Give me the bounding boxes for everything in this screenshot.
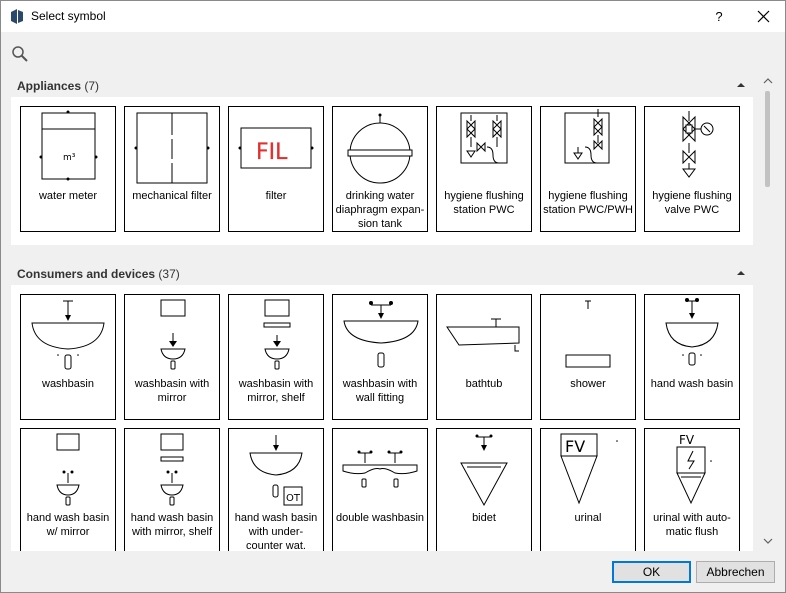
app-logo-icon <box>11 9 23 24</box>
tile-label: double washbasin <box>335 512 425 524</box>
tile-label: filter <box>265 190 287 202</box>
mechanical-filter-icon <box>134 112 210 184</box>
tile-label: hand wash basin <box>650 378 734 390</box>
fv-mark: FV <box>565 437 585 456</box>
close-icon[interactable] <box>749 1 779 32</box>
symbol-list[interactable]: Appliances (7) m³ water meter mechanical… <box>11 73 753 551</box>
tile-label: hygiene flushing station PWC/PWH <box>543 190 633 216</box>
symbol-tile-flushing-station-pwc-pwh[interactable]: hygiene flushing station PWC/PWH <box>540 106 636 232</box>
search-icon <box>12 46 28 62</box>
symbol-tile-washbasin-wall-fitting[interactable]: washbasin with wall fitting <box>332 294 428 420</box>
m3-mark: m³ <box>63 153 76 163</box>
symbol-tile-water-meter[interactable]: m³ water meter <box>20 106 116 232</box>
ot-mark: OT <box>286 493 301 504</box>
title-bar: Select symbol ? <box>1 1 785 32</box>
section-header-appliances[interactable]: Appliances (7) <box>11 73 753 97</box>
ok-button[interactable]: OK <box>612 561 691 583</box>
urinal-icon: FV <box>560 433 618 505</box>
tile-label: washbasin with mirror <box>134 378 210 404</box>
tile-label: mechanical filter <box>132 190 212 202</box>
window-title: Select symbol <box>31 9 106 23</box>
tile-label: hand wash basin with mirror, shelf <box>130 512 214 538</box>
help-button[interactable]: ? <box>707 1 731 32</box>
section-header-consumers-devices[interactable]: Consumers and devices (37) <box>11 261 753 285</box>
section-count: (37) <box>158 267 180 281</box>
collapse-chevron-icon[interactable] <box>736 81 746 89</box>
symbol-tile-washbasin-mirror-shelf[interactable]: washbasin with mirror, shelf <box>228 294 324 420</box>
symbol-tile-urinal[interactable]: FV urinal <box>540 428 636 551</box>
symbol-tile-expansion-tank[interactable]: drinking water diaphragm expan-sion tank <box>332 106 428 232</box>
section-count: (7) <box>84 79 100 93</box>
search-input[interactable] <box>38 43 338 63</box>
vertical-scrollbar[interactable] <box>759 73 777 551</box>
tile-label: bidet <box>472 512 496 524</box>
symbol-tile-washbasin[interactable]: washbasin <box>20 294 116 420</box>
water-meter-icon: m³ <box>39 110 98 181</box>
tile-label: hygiene flushing station PWC <box>444 190 524 216</box>
symbol-tile-mechanical-filter[interactable]: mechanical filter <box>124 106 220 232</box>
washbasin-icon <box>31 300 105 370</box>
fil-mark: FIL <box>256 140 288 165</box>
section-title: Appliances (7) <box>17 79 99 93</box>
tile-label: shower <box>570 378 606 390</box>
shower-icon <box>565 300 611 368</box>
symbol-tile-urinal-auto-flush[interactable]: FV urinal with auto-matic flush <box>644 428 740 551</box>
cancel-button[interactable]: Abbrechen <box>696 561 775 583</box>
symbol-tile-bathtub[interactable]: bathtub <box>436 294 532 420</box>
symbol-tile-flushing-valve-pwc[interactable]: hygiene flushing valve PWC <box>644 106 740 232</box>
symbol-tile-hand-wash-basin-undercounter[interactable]: OT hand wash basin with under-counter wa… <box>228 428 324 551</box>
symbol-tile-hand-wash-basin-mirror[interactable]: hand wash basin w/ mirror <box>20 428 116 551</box>
tile-label: hand wash basin w/ mirror <box>26 512 110 538</box>
tile-label: urinal <box>574 512 602 524</box>
symbol-tile-filter[interactable]: FIL filter <box>228 106 324 232</box>
tile-label: hand wash basin with under-counter wat. <box>234 512 318 551</box>
tile-label: washbasin with mirror, shelf <box>238 378 314 404</box>
symbol-tile-washbasin-mirror[interactable]: washbasin with mirror <box>124 294 220 420</box>
filter-icon: FIL <box>238 127 314 169</box>
symbol-tile-bidet[interactable]: bidet <box>436 428 532 551</box>
section-body-consumers-devices: washbasin washbasin with mirror washbasi… <box>11 285 753 551</box>
section-title: Consumers and devices (37) <box>17 267 180 281</box>
scroll-up-icon[interactable] <box>763 77 773 85</box>
section-body-appliances: m³ water meter mechanical filter FIL fil… <box>11 97 753 245</box>
symbol-tile-double-washbasin[interactable]: double washbasin <box>332 428 428 551</box>
select-symbol-dialog: Select symbol ? Appliances (7) m³ water … <box>0 0 786 593</box>
tile-label: washbasin <box>42 378 94 390</box>
symbol-tile-shower[interactable]: shower <box>540 294 636 420</box>
collapse-chevron-icon[interactable] <box>736 269 746 277</box>
scrollbar-thumb[interactable] <box>765 91 770 187</box>
hand-wash-basin-icon <box>665 298 719 366</box>
tile-label: hygiene flushing valve PWC <box>652 190 732 216</box>
section-name: Appliances <box>17 79 82 93</box>
scroll-down-icon[interactable] <box>763 537 773 545</box>
tile-label: water meter <box>38 190 98 202</box>
symbol-tile-hand-wash-basin-mirror-shelf[interactable]: hand wash basin with mirror, shelf <box>124 428 220 551</box>
symbol-tile-flushing-station-pwc[interactable]: hygiene flushing station PWC <box>436 106 532 232</box>
bidet-icon <box>460 434 508 507</box>
double-washbasin-icon <box>342 450 418 488</box>
tile-label: drinking water diaphragm expan-sion tank <box>335 190 425 230</box>
tile-label: washbasin with wall fitting <box>342 378 418 404</box>
fv-mark: FV <box>679 433 695 447</box>
section-name: Consumers and devices <box>17 267 156 281</box>
tile-label: bathtub <box>465 378 503 390</box>
bathtub-icon <box>446 318 520 352</box>
tile-label: urinal with auto-matic flush <box>653 512 731 538</box>
symbol-tile-hand-wash-basin[interactable]: hand wash basin <box>644 294 740 420</box>
